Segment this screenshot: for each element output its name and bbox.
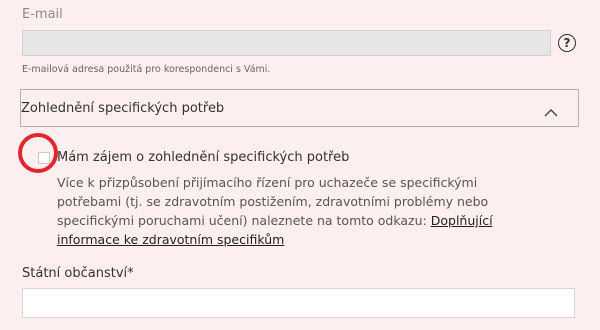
description-text: Více k přizpůsobení přijímacího řízení p… <box>57 175 489 228</box>
citizenship-input[interactable] <box>22 288 575 318</box>
email-hint: E-mailová adresa použitá pro koresponden… <box>22 64 271 75</box>
annotation-circle <box>18 133 58 173</box>
special-needs-title: Zohlednění specifických potřeb <box>21 101 225 116</box>
special-needs-checkbox-label[interactable]: Mám zájem o zohlednění specifických potř… <box>57 150 349 165</box>
chevron-up-icon[interactable] <box>544 103 558 122</box>
email-label: E-mail <box>22 7 63 22</box>
special-needs-description: Více k přizpůsobení přijímacího řízení p… <box>57 173 537 249</box>
question-circle-icon[interactable]: ? <box>558 34 576 52</box>
email-input[interactable] <box>22 30 551 56</box>
citizenship-label: Státní občanství* <box>22 266 134 281</box>
special-needs-section-header[interactable]: Zohlednění specifických potřeb <box>20 89 579 127</box>
